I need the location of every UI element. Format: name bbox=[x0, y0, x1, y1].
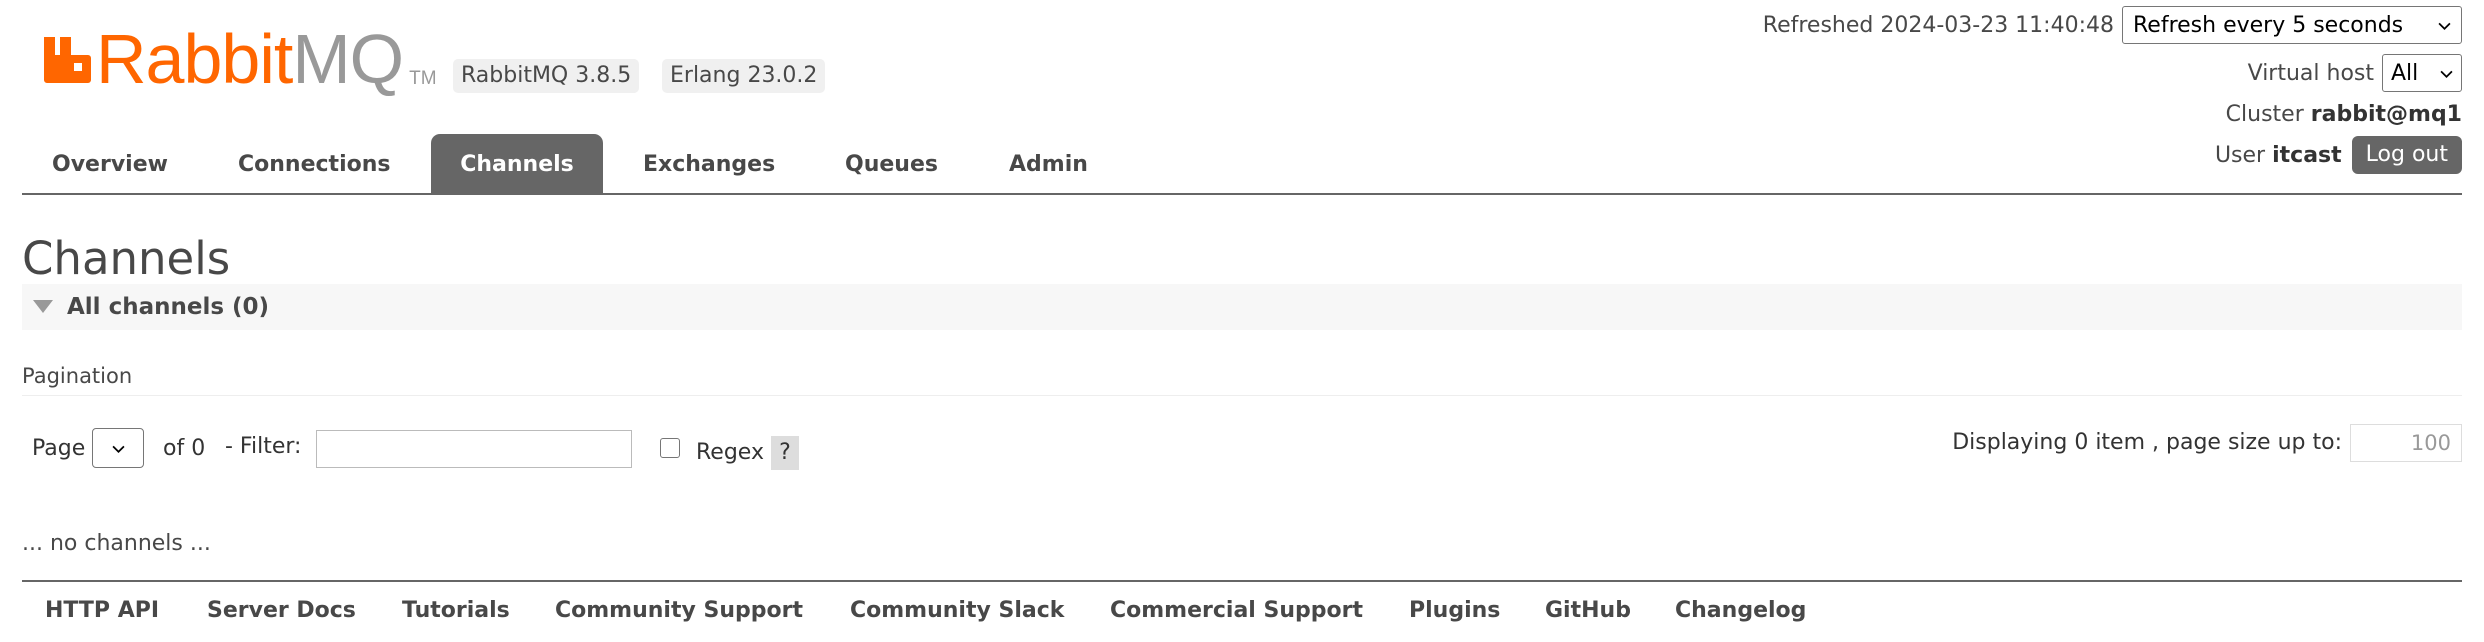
regex-help-button[interactable]: ? bbox=[771, 436, 799, 470]
empty-state-message: ... no channels ... bbox=[22, 531, 211, 556]
footer-link-github[interactable]: GitHub bbox=[1545, 598, 1631, 623]
footer-link-changelog[interactable]: Changelog bbox=[1675, 598, 1806, 623]
page-label: Page bbox=[32, 436, 86, 461]
section-title: All channels (0) bbox=[67, 294, 270, 320]
pagination-controls: Page of 0 - Filter: Regex ? Displaying 0… bbox=[32, 424, 2462, 470]
all-channels-section-toggle[interactable]: All channels (0) bbox=[22, 284, 2462, 330]
rabbitmq-version-badge: RabbitMQ 3.8.5 bbox=[453, 59, 640, 93]
vhost-value: All bbox=[2391, 60, 2419, 86]
page-select[interactable] bbox=[92, 428, 144, 468]
logo-wordmark: RabbitMQ bbox=[96, 24, 404, 94]
cluster-row: Cluster rabbit@mq1 bbox=[2226, 102, 2462, 127]
logo-text-rabbit: Rabbit bbox=[96, 20, 293, 98]
footer-link-http-api[interactable]: HTTP API bbox=[45, 598, 159, 623]
footer-link-tutorials[interactable]: Tutorials bbox=[402, 598, 510, 623]
cluster-name: rabbit@mq1 bbox=[2310, 102, 2462, 127]
logo-trademark: TM bbox=[409, 68, 437, 89]
tab-channels[interactable]: Channels bbox=[431, 134, 603, 193]
vhost-row: Virtual host All bbox=[2248, 54, 2462, 92]
page-size-input[interactable]: 100 bbox=[2350, 424, 2462, 462]
cluster-label: Cluster bbox=[2225, 102, 2304, 127]
pagination-heading: Pagination bbox=[22, 364, 133, 388]
regex-checkbox[interactable] bbox=[660, 438, 680, 458]
vhost-select[interactable]: All bbox=[2382, 54, 2462, 92]
tab-exchanges[interactable]: Exchanges bbox=[643, 134, 775, 193]
refreshed-timestamp: Refreshed 2024-03-23 11:40:48 bbox=[1762, 12, 2114, 38]
rabbitmq-logo-icon bbox=[44, 37, 91, 83]
main-nav: Overview Connections Channels Exchanges … bbox=[22, 134, 2462, 195]
page-title: Channels bbox=[22, 232, 231, 285]
filter-label: - Filter: bbox=[225, 434, 302, 459]
footer-link-plugins[interactable]: Plugins bbox=[1409, 598, 1500, 623]
tab-admin[interactable]: Admin bbox=[1009, 134, 1088, 193]
footer-link-server-docs[interactable]: Server Docs bbox=[207, 598, 356, 623]
refresh-interval-value: Refresh every 5 seconds bbox=[2133, 12, 2404, 38]
chevron-down-icon bbox=[2440, 70, 2453, 78]
page-count-label: of 0 bbox=[163, 436, 206, 461]
rabbitmq-logo[interactable]: RabbitMQ TM bbox=[42, 24, 437, 94]
footer: HTTP API Server Docs Tutorials Community… bbox=[22, 580, 2462, 642]
tab-queues[interactable]: Queues bbox=[845, 134, 938, 193]
regex-label: Regex bbox=[696, 440, 764, 465]
triangle-down-icon bbox=[33, 300, 53, 313]
filter-input[interactable] bbox=[316, 430, 632, 468]
footer-link-commercial-support[interactable]: Commercial Support bbox=[1110, 598, 1363, 623]
vhost-label: Virtual host bbox=[2247, 60, 2374, 86]
displaying-count-label: Displaying 0 item , page size up to: bbox=[1952, 430, 2342, 455]
tab-connections[interactable]: Connections bbox=[238, 134, 390, 193]
tab-overview[interactable]: Overview bbox=[52, 134, 168, 193]
erlang-version-badge: Erlang 23.0.2 bbox=[662, 59, 826, 93]
divider bbox=[22, 395, 2462, 396]
chevron-down-icon bbox=[2438, 22, 2451, 30]
logo-text-mq: MQ bbox=[292, 20, 404, 98]
footer-link-community-slack[interactable]: Community Slack bbox=[850, 598, 1064, 623]
footer-link-community-support[interactable]: Community Support bbox=[555, 598, 803, 623]
refresh-row: Refreshed 2024-03-23 11:40:48 Refresh ev… bbox=[1763, 6, 2462, 44]
chevron-down-icon bbox=[111, 445, 125, 453]
refresh-interval-select[interactable]: Refresh every 5 seconds bbox=[2122, 6, 2462, 44]
